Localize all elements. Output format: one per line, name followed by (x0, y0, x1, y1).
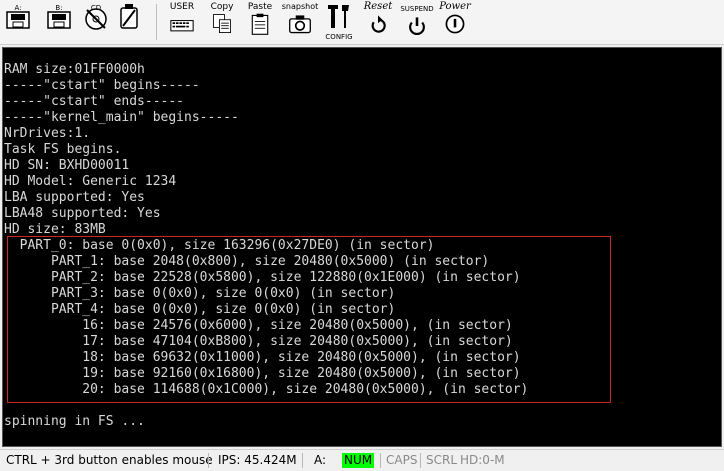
suspend-icon (409, 17, 425, 35)
copy-label: Copy (210, 2, 234, 12)
power-button[interactable]: Power (438, 2, 472, 42)
console-output: RAM size:01FF0000h -----"cstart" begins--… (4, 62, 528, 430)
power-icon (445, 14, 465, 34)
emulator-console[interactable]: RAM size:01FF0000h -----"cstart" begins--… (2, 47, 722, 447)
config-label: CONFIG (325, 33, 353, 41)
power-label: Power (439, 1, 471, 12)
caps-lock-indicator: CAPS (386, 453, 418, 467)
partition-line: 17: base 47104(0xB800), size 20480(0x500… (4, 334, 513, 349)
partition-line: 19: base 92160(0x16800), size 20480(0x50… (4, 366, 521, 381)
console-line: RAM size:01FF0000h (4, 62, 145, 77)
partition-line: 20: base 114688(0x1C000), size 20480(0x5… (4, 382, 529, 397)
camera-icon (289, 15, 311, 34)
num-lock-indicator: NUM (342, 453, 375, 468)
console-line: HD SN: BXHD00011 (4, 158, 130, 173)
user-label: USER (169, 2, 195, 12)
floppy-a-button[interactable]: A: (4, 2, 32, 42)
usb-button[interactable] (118, 2, 140, 42)
hd-indicator: HD:0-M (460, 453, 505, 467)
keyboard-icon (170, 20, 194, 32)
paste-label: Paste (247, 2, 273, 12)
reset-button[interactable]: Reset (362, 2, 394, 42)
console-line: HD size: 83MB (4, 222, 106, 237)
config-button[interactable]: CONFIG (324, 2, 354, 42)
copy-icon (213, 14, 231, 33)
paste-button[interactable]: Paste (246, 2, 274, 42)
partition-line: 16: base 24576(0x6000), size 20480(0x500… (4, 318, 513, 333)
scroll-lock-indicator: SCRL (426, 453, 458, 467)
user-button[interactable]: USER (166, 2, 198, 42)
status-bar: CTRL + 3rd button enables mouse IPS: 45.… (0, 449, 724, 471)
console-line: -----"cstart" ends----- (4, 94, 185, 109)
status-separator (208, 453, 209, 468)
console-line: -----"kernel_main" begins----- (4, 110, 239, 125)
console-line: LBA supported: Yes (4, 190, 145, 205)
ips-readout: IPS: 45.424M (218, 453, 297, 467)
usb-icon (120, 4, 138, 29)
console-line: spinning in FS ... (4, 414, 145, 429)
partition-line: PART_3: base 0(0x0), size 0(0x0) (in sec… (4, 286, 396, 301)
cd-label: CD (90, 4, 102, 12)
snapshot-button[interactable]: snapshot (282, 2, 318, 42)
clipboard-icon (251, 13, 269, 35)
reset-label: Reset (363, 1, 393, 12)
status-separator (420, 453, 421, 468)
console-line: Task FS begins. (4, 142, 122, 157)
suspend-label: SUSPEND (400, 5, 434, 13)
console-line: NrDrives:1. (4, 126, 91, 141)
drive-indicator: A: (314, 453, 327, 467)
console-line: LBA48 supported: Yes (4, 206, 161, 221)
suspend-button[interactable]: SUSPEND (400, 2, 434, 42)
floppy-b-button[interactable]: B: (45, 2, 73, 42)
cdrom-button[interactable]: CD (82, 2, 110, 42)
config-tools-icon (328, 5, 349, 28)
partition-line: PART_1: base 2048(0x800), size 20480(0x5… (4, 254, 490, 269)
toolbar-separator (156, 4, 157, 40)
partition-line: PART_2: base 22528(0x5800), size 122880(… (4, 270, 521, 285)
reset-icon (371, 15, 386, 33)
console-line: HD Model: Generic 1234 (4, 174, 177, 189)
drive-b-label: B: (55, 4, 63, 12)
drive-a-label: A: (14, 4, 22, 12)
status-separator (302, 453, 303, 468)
console-line: -----"cstart" begins----- (4, 78, 200, 93)
partition-line: 18: base 69632(0x11000), size 20480(0x50… (4, 350, 521, 365)
snapshot-label: snapshot (281, 2, 319, 11)
partition-line: PART_0: base 0(0x0), size 163296(0x27DE0… (4, 238, 435, 253)
mouse-hint: CTRL + 3rd button enables mouse (6, 453, 213, 467)
copy-button[interactable]: Copy (208, 2, 236, 42)
toolbar: A: B: CD USER Copy Paste snapshot CONFIG… (0, 0, 724, 45)
partition-line: PART_4: base 0(0x0), size 0(0x0) (in sec… (4, 302, 396, 317)
status-separator (380, 453, 381, 468)
